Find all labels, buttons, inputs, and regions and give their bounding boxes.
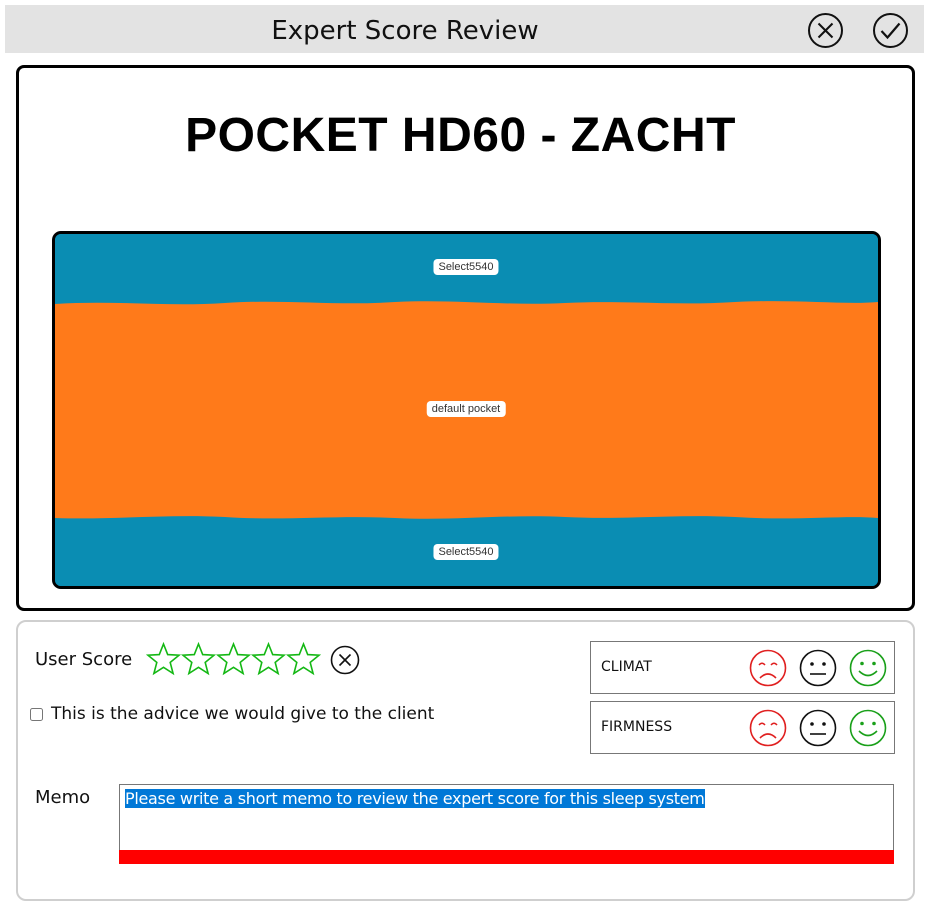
memo-text[interactable]: Please write a short memo to review the …: [125, 789, 705, 808]
star-rating[interactable]: [146, 642, 321, 676]
star-icon[interactable]: [216, 642, 251, 676]
advice-option[interactable]: This is the advice we would give to the …: [30, 704, 434, 724]
layer-label-top[interactable]: Select5540: [433, 259, 499, 275]
window-title: Expert Score Review: [271, 16, 539, 46]
memo-label: Memo: [35, 787, 91, 808]
star-icon[interactable]: [286, 642, 321, 676]
confirm-button[interactable]: [872, 12, 909, 49]
star-icon[interactable]: [181, 642, 216, 676]
clear-score-button[interactable]: [330, 645, 360, 675]
cancel-button[interactable]: [807, 12, 844, 49]
title-bar: Expert Score Review: [5, 5, 924, 53]
climat-label: CLIMAT: [601, 659, 652, 675]
close-circle-icon: [808, 13, 843, 48]
neutral-face-icon[interactable]: [799, 709, 837, 747]
product-name: POCKET HD60 - ZACHT: [185, 109, 736, 162]
memo-validation-bar: [119, 850, 894, 864]
product-panel: POCKET HD60 - ZACHT Select5540 default p…: [16, 65, 915, 611]
firmness-rating: FIRMNESS: [590, 701, 895, 754]
climat-rating: CLIMAT: [590, 641, 895, 694]
star-icon[interactable]: [251, 642, 286, 676]
neutral-face-icon[interactable]: [799, 649, 837, 687]
advice-checkbox-label: This is the advice we would give to the …: [51, 704, 435, 724]
sad-face-icon[interactable]: [749, 649, 787, 687]
close-circle-icon: [330, 645, 360, 675]
review-panel: User Score This is the advice we would g…: [16, 620, 915, 901]
check-circle-icon: [873, 13, 908, 48]
user-score-label: User Score: [35, 649, 133, 670]
firmness-label: FIRMNESS: [601, 719, 673, 735]
happy-face-icon[interactable]: [849, 649, 887, 687]
mattress-diagram: Select5540 default pocket Select5540: [52, 231, 881, 589]
sad-face-icon[interactable]: [749, 709, 787, 747]
happy-face-icon[interactable]: [849, 709, 887, 747]
layer-label-core[interactable]: default pocket: [426, 401, 506, 417]
advice-checkbox[interactable]: [30, 707, 43, 721]
star-icon[interactable]: [146, 642, 181, 676]
layer-label-bottom[interactable]: Select5540: [433, 544, 499, 560]
